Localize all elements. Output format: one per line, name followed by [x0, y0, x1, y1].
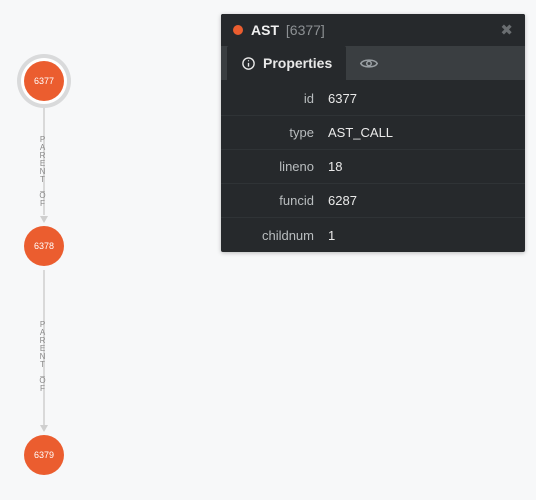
panel-title: AST [6377]: [251, 22, 325, 38]
property-value: 18: [324, 159, 342, 174]
property-value: 6287: [324, 193, 357, 208]
panel-header: AST [6377] ✖: [221, 14, 525, 46]
graph-canvas[interactable]: PARENT_OF PARENT_OF 6377 6378 6379: [0, 0, 220, 500]
property-value: 6377: [324, 91, 357, 106]
panel-title-id: [6377]: [286, 22, 325, 38]
edge-label: PARENT_OF: [38, 135, 47, 207]
graph-node[interactable]: 6378: [24, 226, 64, 266]
panel-tabs: Properties: [221, 46, 525, 80]
property-key: childnum: [221, 228, 324, 243]
node-type-dot-icon: [233, 25, 243, 35]
property-key: lineno: [221, 159, 324, 174]
property-row: funcid6287: [221, 184, 525, 218]
properties-list: id6377typeAST_CALLlineno18funcid6287chil…: [221, 80, 525, 252]
graph-node-id: 6379: [34, 450, 54, 460]
graph-node-id: 6377: [34, 76, 54, 86]
tab-view[interactable]: [346, 46, 392, 80]
tab-properties-label: Properties: [263, 55, 332, 71]
property-row: childnum1: [221, 218, 525, 252]
panel-title-kind: AST: [251, 22, 279, 38]
graph-node[interactable]: 6377: [24, 61, 64, 101]
property-row: lineno18: [221, 150, 525, 184]
graph-node-id: 6378: [34, 241, 54, 251]
eye-icon: [360, 56, 378, 71]
property-row: id6377: [221, 82, 525, 116]
property-value: 1: [324, 228, 335, 243]
property-key: funcid: [221, 193, 324, 208]
close-icon[interactable]: ✖: [500, 23, 513, 38]
edge-arrow-icon: [40, 425, 48, 432]
property-row: typeAST_CALL: [221, 116, 525, 150]
property-value: AST_CALL: [324, 125, 393, 140]
property-key: type: [221, 125, 324, 140]
property-key: id: [221, 91, 324, 106]
info-icon: [241, 56, 256, 71]
edge-arrow-icon: [40, 216, 48, 223]
tab-properties[interactable]: Properties: [227, 46, 346, 80]
details-panel: AST [6377] ✖ Properties id6377typeAST_CA…: [221, 14, 525, 252]
edge-label: PARENT_OF: [38, 320, 47, 392]
graph-node[interactable]: 6379: [24, 435, 64, 475]
